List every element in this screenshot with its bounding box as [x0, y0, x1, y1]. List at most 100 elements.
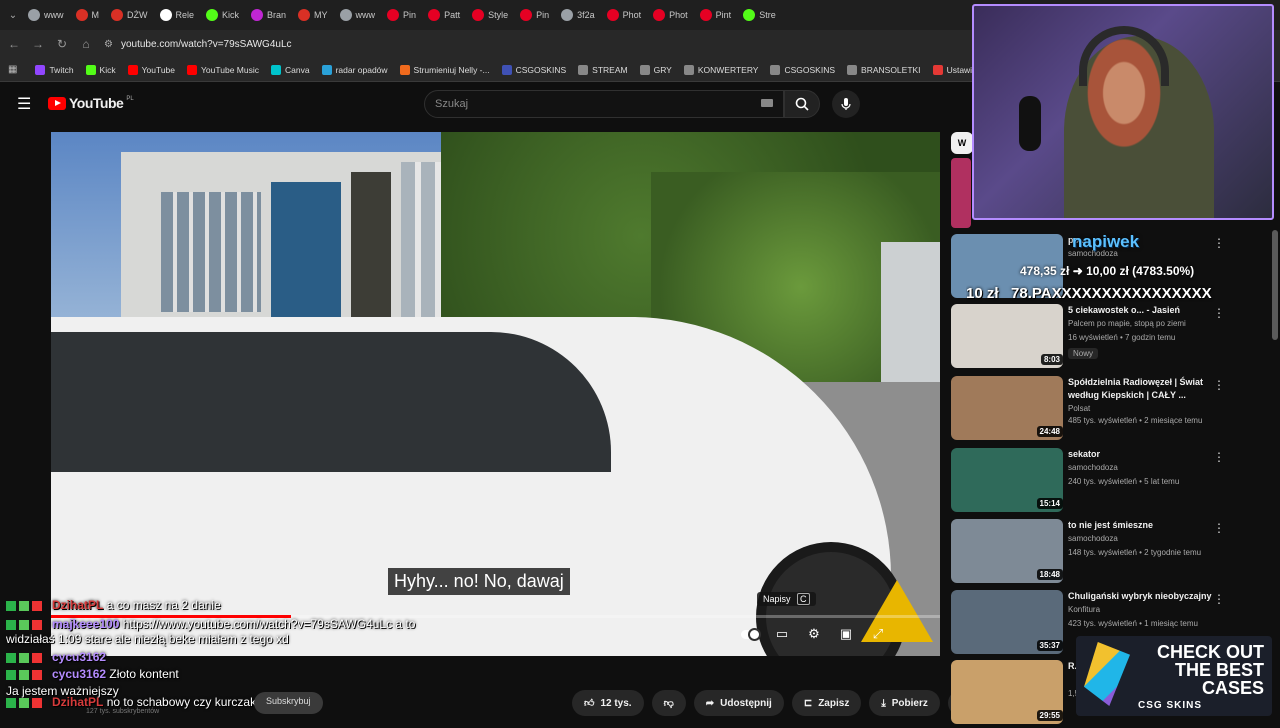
video-title[interactable]: Spółdzielnia Radiowęzeł | Świat według K… [1068, 376, 1228, 402]
browser-tab[interactable]: Pin [514, 3, 555, 27]
video-title[interactable]: Chuligański wybryk nieobyczajny [1068, 590, 1228, 603]
search-input[interactable]: Szukaj [424, 90, 784, 118]
browser-tab[interactable]: Stre [737, 3, 782, 27]
bookmark-item[interactable]: STREAM [572, 64, 633, 75]
bookmark-item[interactable]: BRANSOLETKI [841, 64, 927, 75]
video-player[interactable]: Hyhy... no! No, dawaj Napisy C ▭ ⚙ ▣ ⤢ [51, 132, 940, 656]
reload-icon[interactable]: ↻ [50, 37, 74, 51]
sidebar-top-thumb[interactable] [951, 158, 971, 228]
video-channel[interactable]: samochodoza [1068, 463, 1118, 472]
bookmark-item[interactable]: CSGOSKINS [496, 64, 573, 75]
more-vertical-icon[interactable]: ⋮ [1213, 378, 1225, 392]
bookmark-item[interactable]: Strumieniuj Nelly -... [394, 64, 496, 75]
youtube-wordmark: YouTube [69, 95, 124, 111]
webcam-overlay [972, 4, 1274, 220]
browser-tab[interactable]: Pint [694, 3, 738, 27]
tab-favicon-icon [428, 9, 441, 21]
more-vertical-icon[interactable]: ⋮ [1213, 592, 1225, 606]
bookmark-item[interactable]: Canva [265, 64, 316, 75]
captions-icon[interactable]: ▭ [773, 626, 791, 642]
browser-tab[interactable]: Kick [200, 3, 245, 27]
download-button[interactable]: ⤓ Pobierz [869, 690, 940, 716]
bookmark-item[interactable]: YouTube [122, 64, 181, 75]
forward-icon[interactable]: → [26, 37, 50, 51]
bookmark-item[interactable]: Kick [80, 64, 122, 75]
menu-icon[interactable]: ☰ [17, 94, 31, 114]
browser-tab[interactable]: Phot [601, 3, 648, 27]
fullscreen-icon[interactable]: ⤢ [869, 626, 887, 642]
related-video-item[interactable]: 18:48 to nie jest śmieszne samochodoza 148 … [951, 519, 1271, 587]
browser-tab[interactable]: Pin [381, 3, 422, 27]
tab-search-icon[interactable]: ⌄ [4, 10, 22, 21]
search-button[interactable] [784, 90, 820, 118]
browser-tab[interactable]: Bran [245, 3, 292, 27]
browser-tab[interactable]: Style [466, 3, 514, 27]
chat-message: cycu3162 Złoto kontent [6, 667, 179, 681]
site-info-icon[interactable]: ⚙ [104, 39, 113, 50]
related-video-item[interactable]: 24:48 Spółdzielnia Radiowęzeł | Świat wed… [951, 376, 1271, 444]
tab-favicon-icon [561, 9, 574, 21]
tab-favicon-icon [699, 9, 712, 21]
sidebar-chip[interactable]: W [951, 132, 973, 154]
bookmark-label: CSGOSKINS [784, 64, 836, 75]
browser-tab[interactable]: Phot [647, 3, 694, 27]
bookmark-item[interactable]: GRY [634, 64, 678, 75]
tab-label: Phot [669, 10, 688, 20]
video-channel[interactable]: samochodoza [1068, 534, 1118, 543]
tab-label: DŻW [127, 10, 148, 20]
like-count: 12 tys. [600, 697, 632, 709]
bookmark-favicon-icon [578, 64, 589, 75]
browser-tab[interactable]: 3f2a [555, 3, 601, 27]
webcam-headphones [1079, 26, 1169, 86]
video-title[interactable]: sekator [1068, 448, 1228, 461]
subscribe-button[interactable]: Subskrybuj [254, 692, 323, 714]
bookmark-label: GRY [653, 64, 672, 75]
browser-tab[interactable]: M [70, 3, 106, 27]
bookmark-item[interactable]: YouTube Music [181, 64, 265, 75]
like-button[interactable]: 👍︎ 12 tys. [572, 690, 644, 716]
video-title[interactable]: to nie jest śmieszne [1068, 519, 1228, 532]
home-icon[interactable]: ⌂ [74, 37, 98, 51]
chat-message: DzihatPL a co masz na 2 danie [6, 598, 221, 612]
more-vertical-icon[interactable]: ⋮ [1213, 450, 1225, 464]
sidebar-scrollbar[interactable] [1272, 230, 1278, 340]
bookmark-item[interactable]: KONWERTERY [678, 64, 765, 75]
video-duration: 35:37 [1036, 640, 1063, 651]
promo-knife-graphic [1084, 642, 1130, 706]
related-video-item[interactable]: 8:03 5 ciekawostek o... - Jasień Palcem po… [951, 304, 1271, 372]
bookmark-label: STREAM [592, 64, 628, 75]
voice-search-button[interactable] [832, 90, 860, 118]
browser-tab[interactable]: MY [292, 3, 334, 27]
chat-username: cycu3162 [52, 667, 107, 681]
chat-username: DzihatPL [52, 695, 104, 709]
browser-tab[interactable]: Rele [154, 3, 201, 27]
region-label: PL [126, 96, 134, 102]
related-video-item[interactable]: 15:14 sekator samochodoza 240 tys. wyświetl… [951, 448, 1271, 516]
more-vertical-icon[interactable]: ⋮ [1213, 306, 1225, 320]
video-actions: 👍︎ 12 tys. 👎︎ ➦ Udostępnij ⊏ Zapisz ⤓ Po… [572, 690, 974, 716]
autoplay-toggle[interactable] [741, 626, 761, 642]
browser-tab[interactable]: www [22, 3, 70, 27]
address-bar[interactable]: ⚙ youtube.com/watch?v=79sSAWG4uLc [104, 39, 292, 50]
youtube-logo[interactable]: YouTube PL [48, 95, 134, 111]
tab-favicon-icon [28, 9, 40, 21]
video-channel[interactable]: Polsat [1068, 404, 1090, 413]
keyboard-icon[interactable] [761, 99, 773, 107]
bookmark-item[interactable]: Twitch [29, 64, 79, 75]
browser-tab[interactable]: DŻW [105, 3, 154, 27]
more-vertical-icon[interactable]: ⋮ [1213, 521, 1225, 535]
theater-mode-icon[interactable]: ▣ [837, 626, 855, 642]
bookmark-item[interactable]: radar opadów [316, 64, 394, 75]
settings-gear-icon[interactable]: ⚙ [805, 626, 823, 642]
video-channel[interactable]: Konfitura [1068, 605, 1100, 614]
back-icon[interactable]: ← [2, 37, 26, 51]
save-button[interactable]: ⊏ Zapisz [791, 690, 862, 716]
browser-tab[interactable]: www [334, 3, 382, 27]
video-channel[interactable]: Palcem po mapie, stopą po ziemi [1068, 319, 1186, 328]
apps-grid-icon[interactable]: ▦ [8, 64, 17, 75]
tab-favicon-icon [298, 9, 311, 21]
browser-tab[interactable]: Patt [422, 3, 466, 27]
share-button[interactable]: ➦ Udostępnij [693, 690, 784, 716]
bookmark-item[interactable]: CSGOSKINS [764, 64, 841, 75]
dislike-button[interactable]: 👎︎ [651, 690, 686, 716]
